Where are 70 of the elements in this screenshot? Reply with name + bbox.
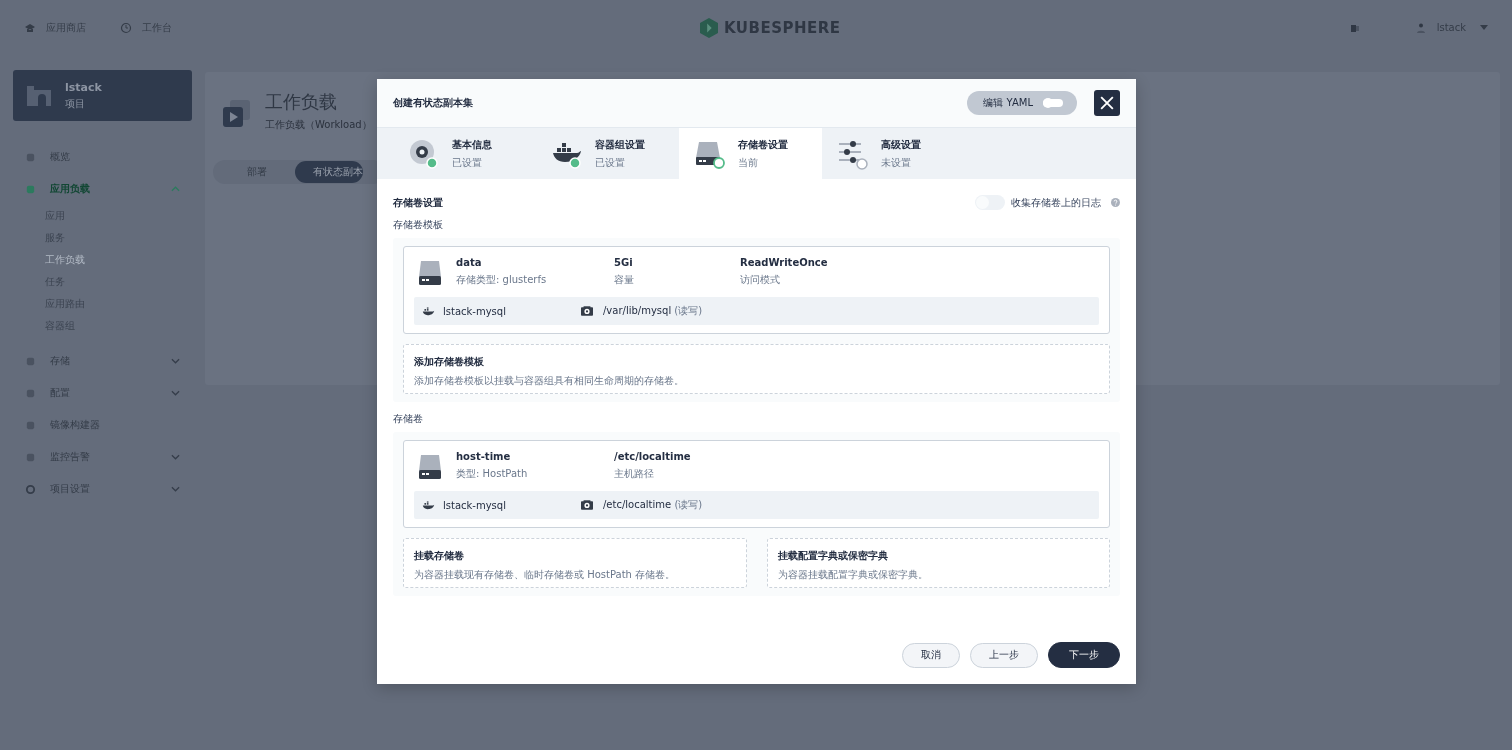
container-name: lstack-mysql <box>443 305 507 317</box>
group-label: 存储卷模板 <box>393 218 444 232</box>
field-label: 类型: HostPath <box>456 467 529 481</box>
disk-icon <box>581 500 593 510</box>
chevron-icon <box>171 358 180 364</box>
logo-icon <box>700 18 718 38</box>
drive-icon <box>418 259 442 287</box>
next-button[interactable]: 下一步 <box>1048 642 1120 668</box>
log-label: 收集存储卷上的日志 <box>1011 195 1101 210</box>
field-label: 主机路径 <box>614 467 655 481</box>
whale-icon <box>422 306 435 316</box>
mount-path: /var/lib/mysql (读写) <box>603 304 703 318</box>
project-type: 项目 <box>65 96 86 111</box>
whale-icon <box>422 500 435 510</box>
sidebar-item[interactable]: 应用负载 <box>13 173 192 205</box>
page-subtitle: 工作负载（Workload） <box>265 118 372 132</box>
tab[interactable]: 有状态副本 <box>295 161 363 183</box>
chevron-icon <box>171 390 180 396</box>
step-tab[interactable]: 基本信息 已设置 <box>393 128 536 179</box>
store-icon <box>24 21 36 34</box>
field-value: ReadWriteOnce <box>740 257 829 268</box>
field-value: data <box>456 257 483 268</box>
logo-text: KUBESPHERE <box>724 19 841 37</box>
menu-icon <box>25 183 36 195</box>
caret-icon[interactable] <box>1480 25 1488 30</box>
step-tab[interactable]: 高级设置 未设置 <box>822 128 965 179</box>
step-tab[interactable]: 容器组设置 已设置 <box>536 128 679 179</box>
field-value: host-time <box>456 451 512 462</box>
add-card[interactable]: 挂载配置字典或保密字典 为容器挂载配置字典或保密字典。 <box>766 538 1110 588</box>
project-card[interactable]: lstack 项目 <box>13 70 192 121</box>
yaml-toggle[interactable]: 编辑 YAML <box>967 91 1077 115</box>
workload-icon <box>221 98 253 130</box>
add-card[interactable]: 挂载存储卷 为容器挂载现有存储卷、临时存储卷或 HostPath 存储卷。 <box>403 538 747 588</box>
field-label: 容量 <box>614 273 635 287</box>
menu-icon <box>25 355 36 367</box>
field-value: /etc/localtime <box>614 451 692 462</box>
menu-icon <box>25 387 36 399</box>
group-label: 存储卷 <box>393 412 424 426</box>
add-card[interactable]: 添加存储卷模板 添加存储卷模板以挂载与容器组具有相同生命周期的存储卷。 <box>403 344 1110 394</box>
action-button[interactable]: 上一步 <box>970 642 1038 668</box>
help-icon[interactable] <box>1111 198 1120 207</box>
menu-icon <box>25 483 36 495</box>
menu-icon <box>25 419 36 431</box>
close-button[interactable] <box>1094 90 1120 116</box>
container-name: lstack-mysql <box>443 499 507 511</box>
action-button[interactable]: 取消 <box>902 642 960 668</box>
chevron-icon <box>171 186 180 192</box>
disk-icon <box>581 306 593 316</box>
project-name: lstack <box>65 80 102 94</box>
drive-icon <box>418 453 442 481</box>
volume-card[interactable]: host-time 类型: HostPath /etc/localtime 主机路径 lstack-mysql /etc/localtime (读写) <box>403 440 1110 528</box>
disc-icon <box>408 137 440 170</box>
step-tab[interactable]: 存储卷设置 当前 <box>679 128 822 179</box>
dialog-title: 创建有状态副本集 <box>393 96 474 110</box>
project-icon <box>27 83 51 108</box>
chevron-icon <box>171 454 180 460</box>
mount-path: /etc/localtime (读写) <box>603 498 703 512</box>
user-icon <box>1414 21 1427 34</box>
chevron-icon <box>171 486 180 492</box>
field-label: 存储类型: glusterfs <box>456 273 548 287</box>
section-title: 存储卷设置 <box>393 195 443 210</box>
page-title: 工作负载 <box>265 90 338 114</box>
menu-icon <box>25 451 36 463</box>
clock-icon <box>120 21 132 34</box>
sidebar-subitem[interactable]: 工作负载 <box>45 249 192 271</box>
volume-card[interactable]: data 存储类型: glusterfs 5Gi 容量 ReadWriteOnce 访问模式 lstack-mysql /var/lib/mysql (读写) <box>403 246 1110 334</box>
field-label: 访问模式 <box>740 273 781 287</box>
close-icon <box>1100 96 1114 110</box>
menu-icon <box>25 151 36 163</box>
field-value: 5Gi <box>614 257 634 268</box>
